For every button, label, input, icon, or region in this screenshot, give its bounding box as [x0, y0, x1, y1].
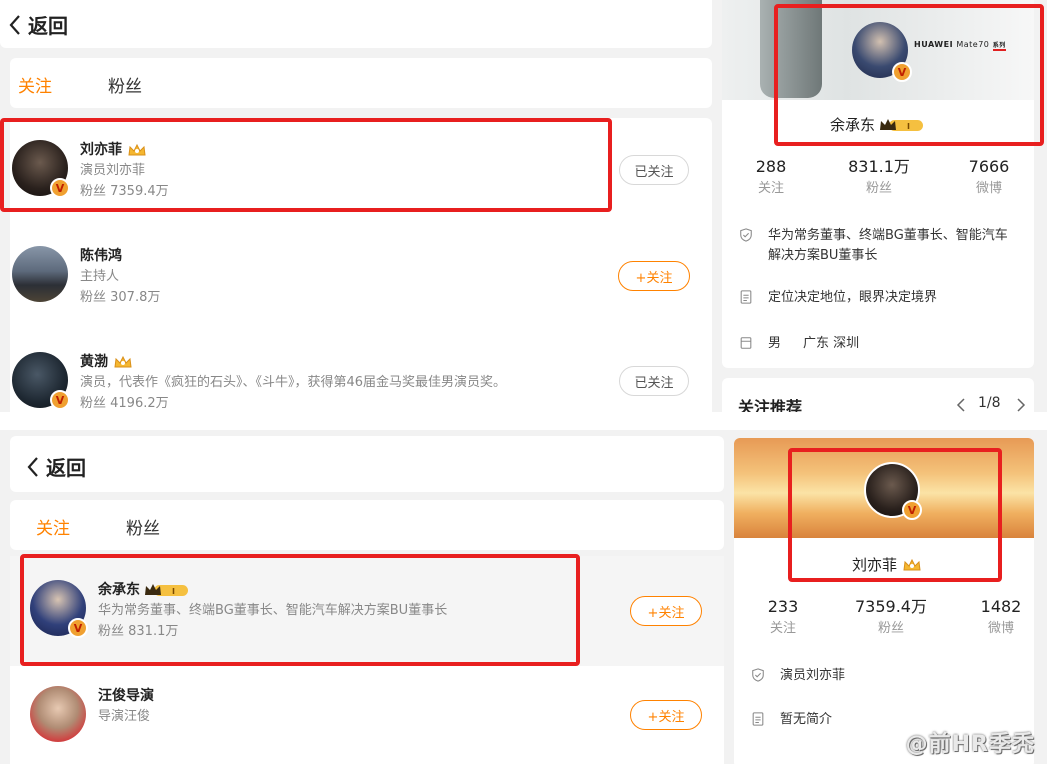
- top-tabs-card: 关注 粉丝: [10, 58, 712, 108]
- list-item[interactable]: V 余承东 I 华为常务董事、终端BG董事长、智能汽车解决方案BU董事长 粉丝 …: [30, 580, 447, 642]
- user-name[interactable]: 余承东: [98, 580, 140, 600]
- user-name[interactable]: 刘亦菲: [80, 140, 122, 160]
- user-fans: 粉丝 4196.2万: [80, 396, 169, 411]
- avatar: V: [852, 22, 912, 82]
- back-button[interactable]: 返回: [8, 10, 68, 39]
- user-name[interactable]: 陈伟鸿: [80, 246, 122, 266]
- user-desc: 主持人: [80, 269, 120, 284]
- top-header-card: 返回: [0, 0, 712, 48]
- avatar: V: [12, 352, 70, 410]
- verified-badge-icon: V: [902, 500, 922, 520]
- bottom-profile-card: V 刘亦菲 233 关注 7359.4万 粉丝 1482 微博 演员刘亦菲 暂无…: [734, 438, 1034, 764]
- profile-location: 广东 深圳: [803, 336, 860, 351]
- avatar: V: [864, 462, 922, 520]
- profile-name: 刘亦菲: [852, 556, 898, 574]
- profile-name-row: 刘亦菲: [852, 554, 922, 575]
- list-item[interactable]: V 刘亦菲 演员刘亦菲 粉丝 7359.4万: [12, 140, 169, 202]
- prev-page-icon[interactable]: [956, 398, 966, 412]
- user-name[interactable]: 汪俊导演: [98, 686, 154, 706]
- stat-following[interactable]: 233 关注: [738, 596, 828, 640]
- shield-icon: [752, 668, 764, 682]
- back-button[interactable]: 返回: [26, 452, 86, 481]
- list-item[interactable]: 陈伟鸿 主持人 粉丝 307.8万: [12, 246, 160, 308]
- avatar: [12, 246, 68, 302]
- cover-image: V HUAWEI Mate70 系列: [722, 0, 1034, 100]
- stat-posts[interactable]: 1482 微博: [956, 596, 1046, 640]
- profile-intro: 暂无简介: [780, 712, 833, 727]
- follow-button[interactable]: +关注: [630, 596, 702, 626]
- crown-icon: [903, 558, 921, 570]
- verified-badge-icon: V: [68, 618, 88, 638]
- profile-name: 余承东: [830, 116, 876, 134]
- recommend-card: 关注推荐 1/8: [722, 378, 1034, 412]
- stat-fans[interactable]: 7359.4万 粉丝: [846, 596, 936, 640]
- profile-motto: 定位决定地位，眼界决定境界: [768, 290, 938, 305]
- phone-camera-image: [760, 0, 822, 98]
- follow-button[interactable]: +关注: [618, 261, 690, 291]
- verified-badge-icon: V: [892, 62, 912, 82]
- avatar: V: [12, 140, 70, 198]
- calendar-icon: [740, 337, 752, 349]
- next-page-icon[interactable]: [1016, 398, 1026, 412]
- recommend-pager: 1/8: [978, 395, 1001, 411]
- tab-following[interactable]: 关注: [18, 72, 52, 97]
- user-desc: 演员刘亦菲: [80, 163, 146, 178]
- tab-following[interactable]: 关注: [36, 514, 70, 539]
- profile-intro-row: 暂无简介: [750, 710, 832, 730]
- profile-basic-row: 男 广东 深圳: [738, 334, 859, 354]
- profile-title: 演员刘亦菲: [780, 668, 846, 683]
- brand-logo: HUAWEI Mate70 系列: [914, 40, 1006, 51]
- stat-posts[interactable]: 7666 微博: [944, 156, 1034, 200]
- crown-icon: [114, 355, 132, 368]
- avatar: [30, 686, 86, 742]
- top-profile-card: V HUAWEI Mate70 系列 余承东 I 288 关注 831.1万 粉…: [722, 0, 1034, 368]
- user-desc: 演员，代表作《疯狂的石头》、《斗牛》，获得第46届金马奖最佳男演员奖。: [80, 375, 507, 390]
- tab-fans[interactable]: 粉丝: [126, 514, 160, 539]
- profile-title-line2: 解决方案BU董事长: [768, 248, 878, 263]
- verified-badge-icon: V: [50, 390, 70, 410]
- bottom-tabs-card: 关注 粉丝: [10, 500, 724, 550]
- stat-following[interactable]: 288 关注: [726, 156, 816, 200]
- avatar: V: [30, 580, 88, 638]
- bottom-header-card: 返回: [10, 436, 724, 492]
- back-label: 返回: [46, 456, 86, 480]
- user-desc: 华为常务董事、终端BG董事长、智能汽车解决方案BU董事长: [98, 603, 448, 618]
- profile-title-row: 华为常务董事、终端BG董事长、智能汽车 解决方案BU董事长: [738, 226, 1008, 266]
- tab-fans[interactable]: 粉丝: [108, 72, 142, 97]
- shield-icon: [740, 228, 752, 242]
- profile-title-row: 演员刘亦菲: [750, 666, 845, 686]
- list-item[interactable]: V 黄渤 演员，代表作《疯狂的石头》、《斗牛》，获得第46届金马奖最佳男演员奖。…: [12, 352, 506, 412]
- user-desc: 导演汪俊: [98, 709, 151, 724]
- document-icon: [752, 712, 764, 726]
- chevron-left-icon: [9, 14, 20, 35]
- watermark: @前HR季秃: [905, 732, 1035, 757]
- bottom-screenshot: 返回 关注 粉丝 V 余承东 I 华为常务董事、终端BG董事长、智能汽车解决方案…: [0, 430, 1047, 764]
- document-icon: [740, 290, 752, 304]
- profile-motto-row: 定位决定地位，眼界决定境界: [738, 288, 937, 308]
- followed-button[interactable]: 已关注: [619, 155, 689, 185]
- stat-fans[interactable]: 831.1万 粉丝: [834, 156, 924, 200]
- user-fans: 粉丝 831.1万: [98, 624, 179, 639]
- follow-button[interactable]: +关注: [630, 700, 702, 730]
- list-item[interactable]: 汪俊导演 导演汪俊: [30, 686, 154, 742]
- top-list-card: V 刘亦菲 演员刘亦菲 粉丝 7359.4万 已关注 陈伟鸿 主持人 粉丝 30…: [10, 118, 712, 412]
- user-name[interactable]: 黄渤: [80, 352, 108, 372]
- svg-text:I: I: [172, 587, 175, 596]
- profile-title-line1: 华为常务董事、终端BG董事长、智能汽车: [768, 228, 1008, 243]
- followed-button[interactable]: 已关注: [619, 366, 689, 396]
- svg-text:I: I: [907, 122, 910, 131]
- profile-gender: 男: [768, 336, 782, 351]
- bottom-list-card: V 余承东 I 华为常务董事、终端BG董事长、智能汽车解决方案BU董事长 粉丝 …: [10, 556, 724, 764]
- crown-icon: [128, 143, 146, 156]
- user-fans: 粉丝 7359.4万: [80, 184, 169, 199]
- vip-crown-icon: I: [880, 118, 924, 131]
- user-fans: 粉丝 307.8万: [80, 290, 161, 305]
- chevron-left-icon: [27, 456, 38, 477]
- verified-badge-icon: V: [50, 178, 70, 198]
- top-screenshot: 返回 关注 粉丝 V 刘亦菲 演员刘亦菲 粉丝 7359.4万 已关注 陈伟鸿 …: [0, 0, 1047, 412]
- vip-crown-icon: I: [145, 584, 188, 596]
- profile-name-row: 余承东 I: [830, 114, 925, 135]
- back-label: 返回: [28, 14, 68, 38]
- recommend-label: 关注推荐: [738, 398, 803, 412]
